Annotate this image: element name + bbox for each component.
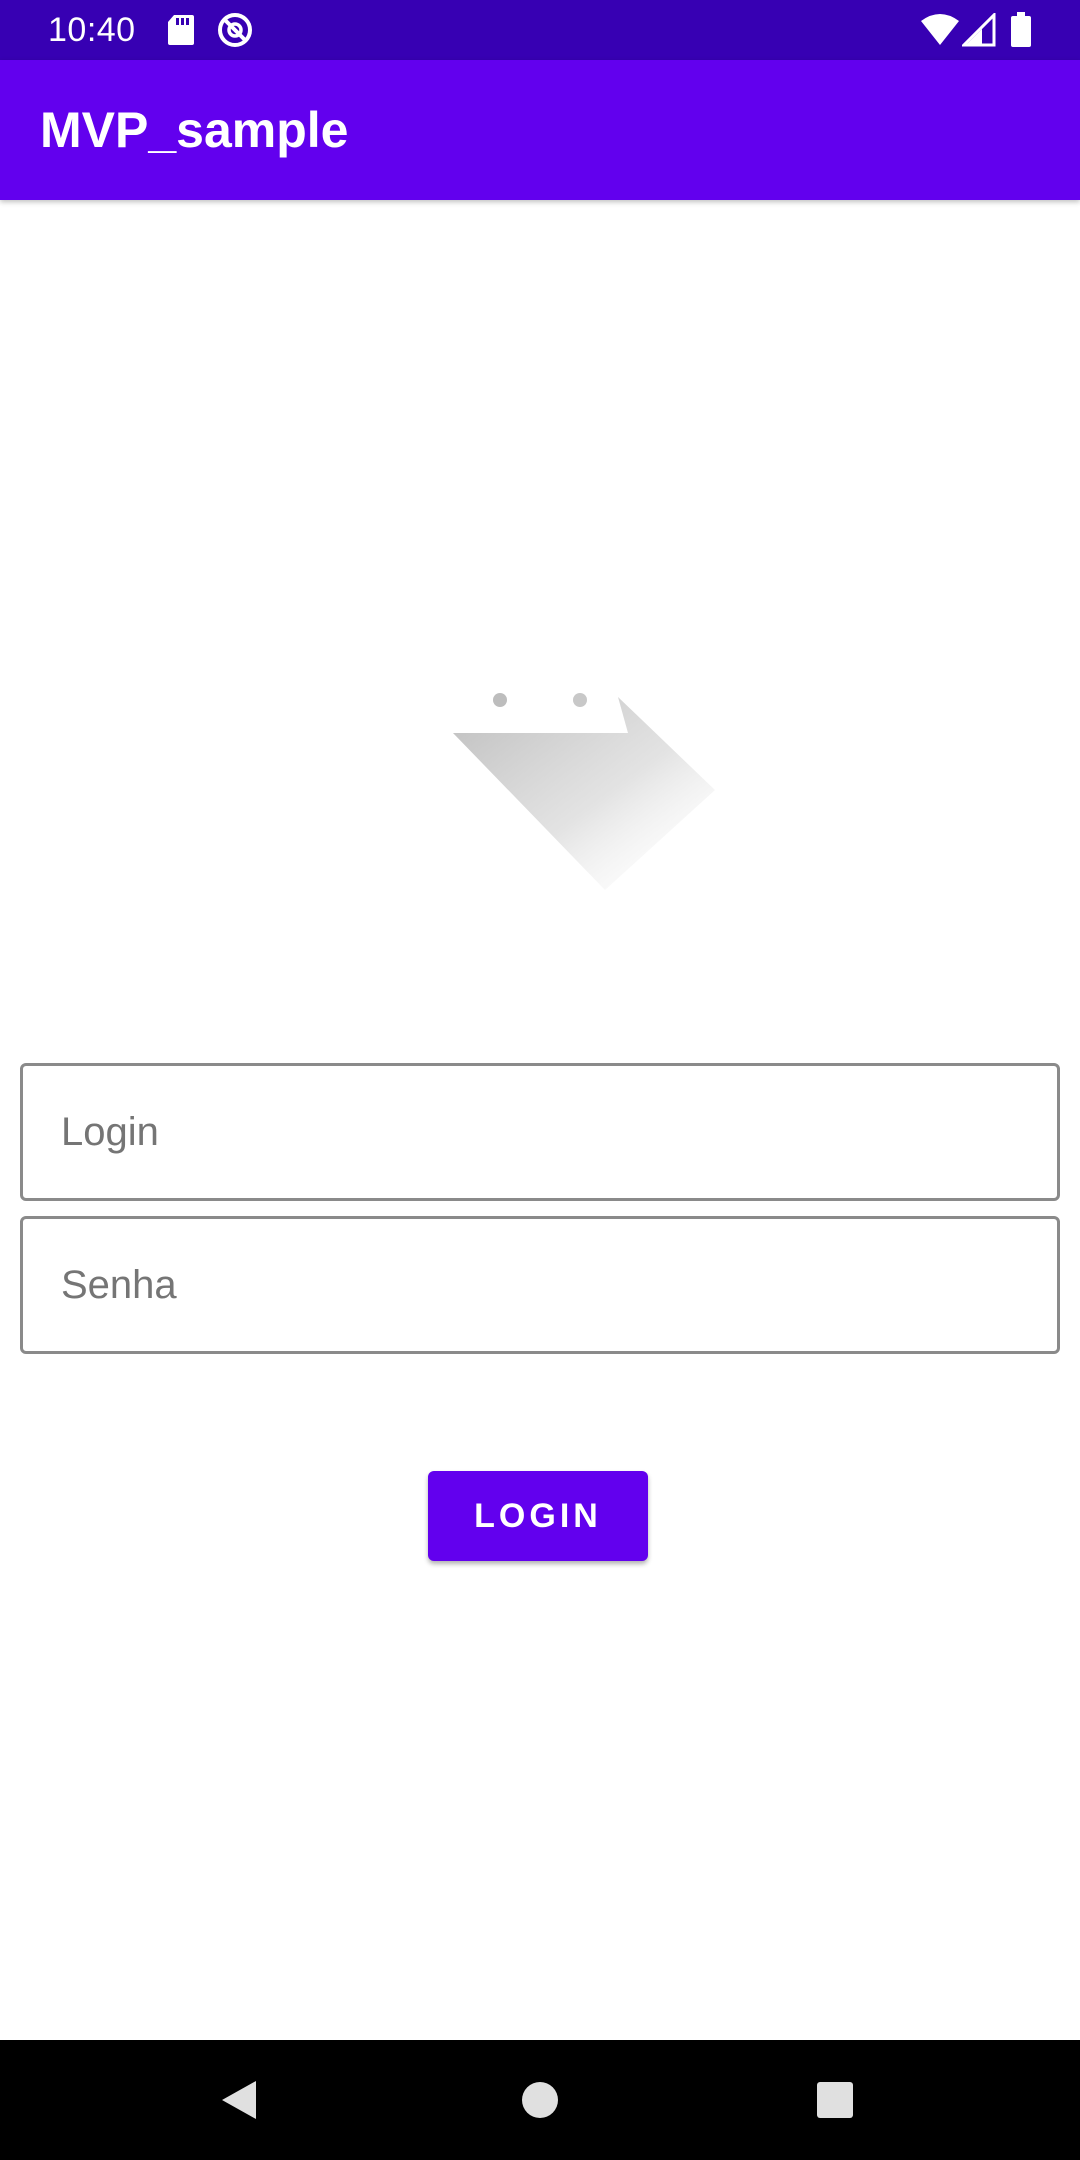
recents-icon (817, 2082, 853, 2118)
status-bar: 10:40 (0, 0, 1080, 60)
login-button[interactable]: LOGIN (428, 1471, 648, 1561)
password-field[interactable] (20, 1216, 1060, 1354)
home-icon (522, 2082, 558, 2118)
sd-card-icon (166, 0, 196, 60)
status-time: 10:40 (48, 11, 136, 49)
back-button[interactable] (180, 2040, 300, 2160)
block-icon (216, 0, 254, 60)
app-logo-illustration (440, 680, 720, 900)
recents-button[interactable] (775, 2040, 895, 2160)
home-button[interactable] (480, 2040, 600, 2160)
app-title: MVP_sample (40, 102, 349, 158)
wifi-icon (920, 0, 960, 60)
app-bar: MVP_sample (0, 60, 1080, 200)
signal-icon (962, 0, 996, 60)
battery-icon (1010, 0, 1032, 60)
login-input[interactable] (23, 1066, 1057, 1198)
password-input[interactable] (23, 1219, 1057, 1351)
login-field[interactable] (20, 1063, 1060, 1201)
navigation-bar (0, 2040, 1080, 2160)
back-icon (222, 2081, 256, 2119)
